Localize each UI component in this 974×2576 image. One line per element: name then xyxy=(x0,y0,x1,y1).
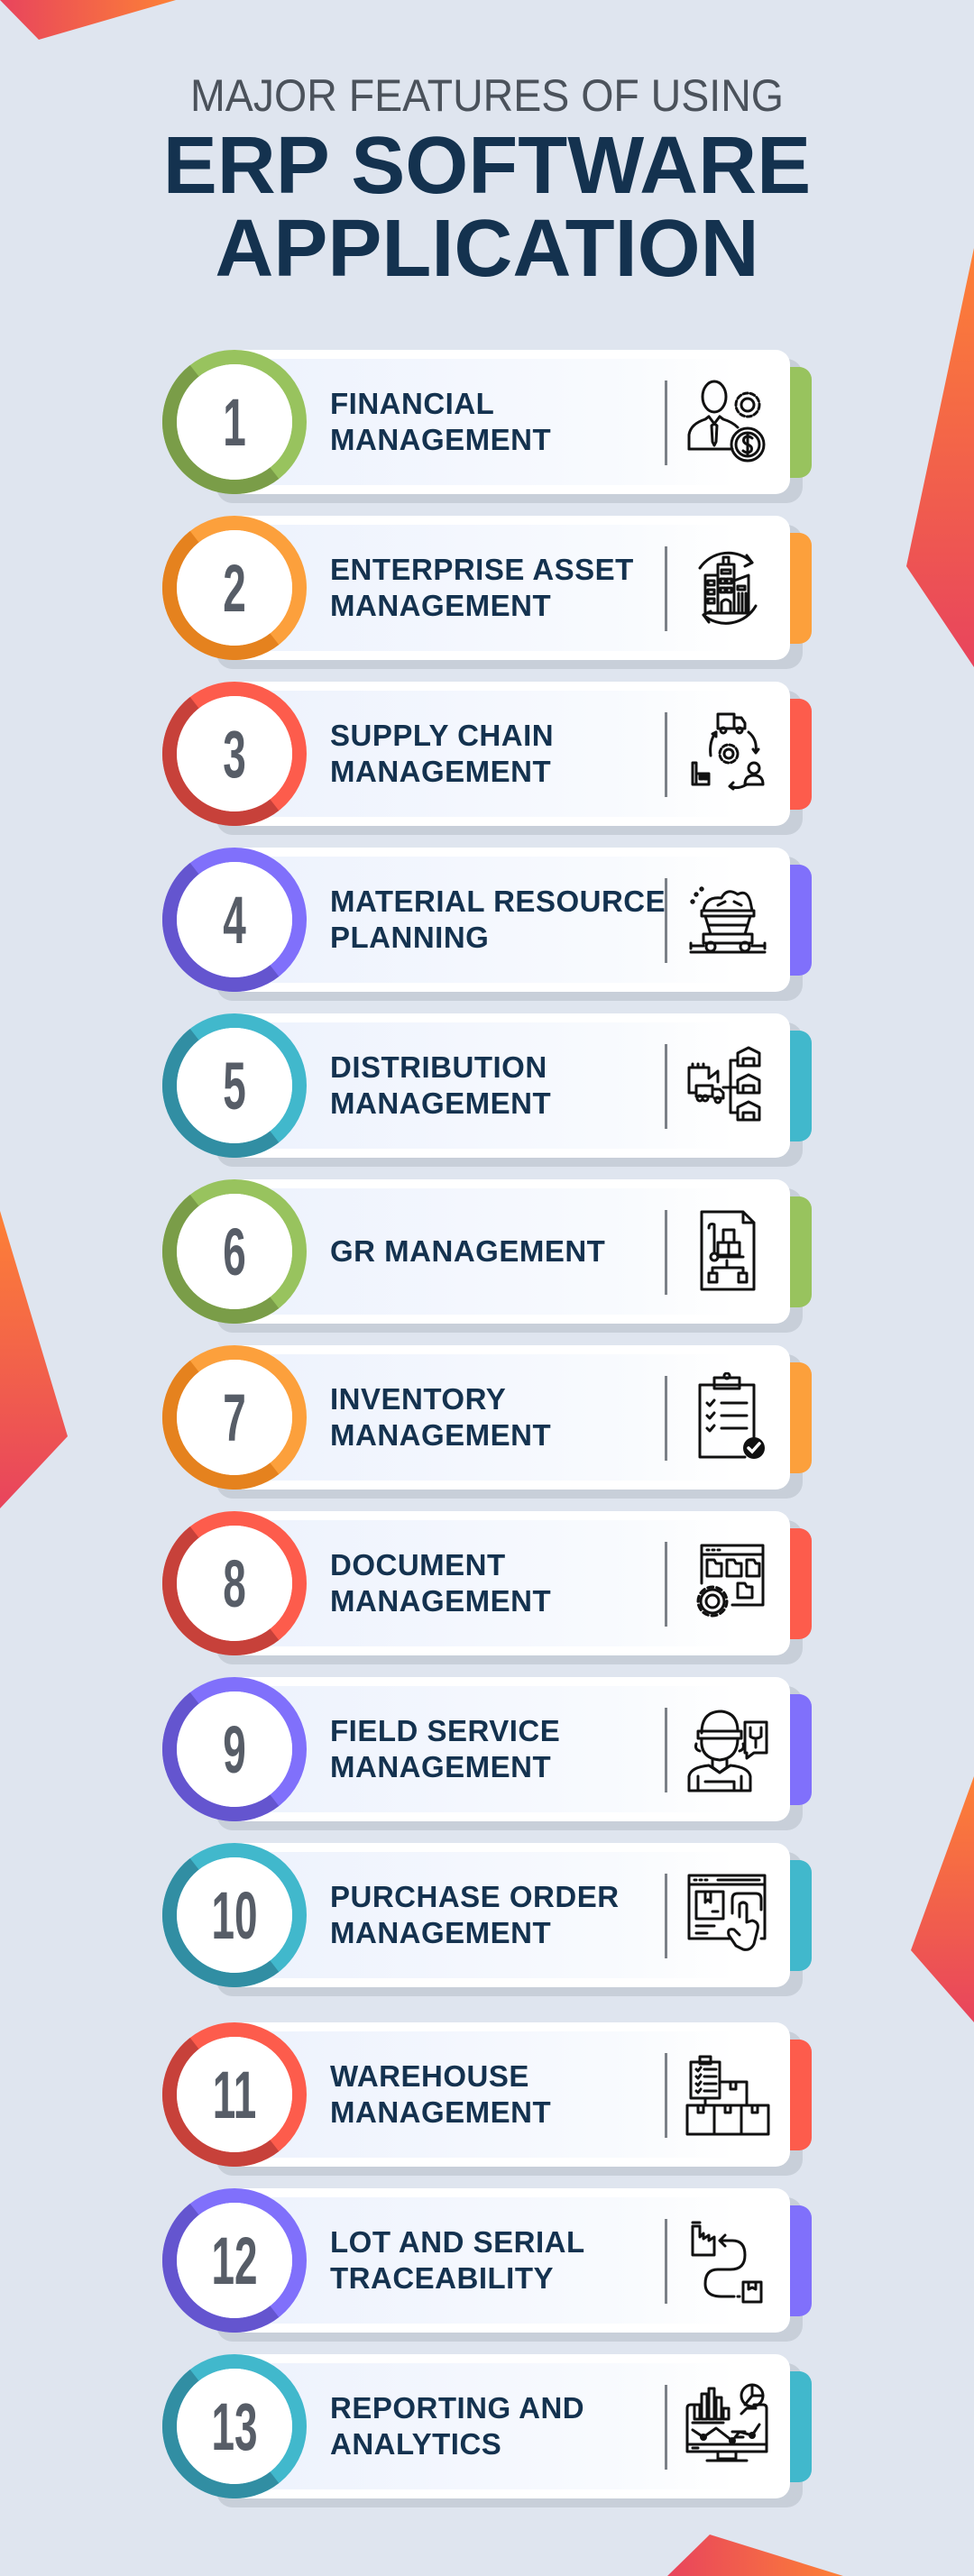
feature-number: 8 xyxy=(223,1545,246,1621)
warehouse-boxes-icon xyxy=(682,2049,772,2140)
feature-number: 1 xyxy=(223,384,246,460)
divider xyxy=(665,712,667,797)
divider xyxy=(665,1044,667,1129)
number-badge: 3 xyxy=(162,682,307,826)
feature-row-4: MATERIAL RESOURCE PLANNING 4 xyxy=(0,848,974,1001)
page-subtitle: MAJOR FEATURES OF USING xyxy=(190,70,784,121)
decoration-top-left xyxy=(0,0,176,40)
feature-number: 9 xyxy=(223,1711,246,1787)
number-badge: 4 xyxy=(162,848,307,992)
feature-row-12: LOT AND SERIAL TRACEABILITY 12 xyxy=(0,2188,974,2342)
financial-manager-icon xyxy=(682,377,772,467)
number-badge: 8 xyxy=(162,1511,307,1655)
feature-row-13: REPORTING AND ANALYTICS 13 xyxy=(0,2354,974,2507)
number-badge: 5 xyxy=(162,1013,307,1158)
feature-number: 13 xyxy=(211,2388,258,2464)
page-title-line-1: ERP SOFTWARE xyxy=(162,121,812,211)
number-badge: 12 xyxy=(162,2188,307,2333)
number-badge: 2 xyxy=(162,516,307,660)
building-cycle-icon xyxy=(682,543,772,633)
feature-row-1: FINANCIAL MANAGEMENT 1 xyxy=(0,350,974,503)
divider xyxy=(665,2385,667,2470)
feature-number: 11 xyxy=(212,2057,257,2132)
feature-row-8: DOCUMENT MANAGEMENT 8 xyxy=(0,1511,974,1664)
clipboard-checklist-icon xyxy=(682,1371,772,1462)
feature-row-10: PURCHASE ORDER MANAGEMENT 10 xyxy=(0,1843,974,1996)
traceability-path-icon xyxy=(682,2215,772,2306)
feature-row-7: INVENTORY MANAGEMENT 7 xyxy=(0,1345,974,1499)
divider xyxy=(665,1210,667,1295)
number-badge: 9 xyxy=(162,1677,307,1821)
divider xyxy=(665,1874,667,1958)
feature-number: 6 xyxy=(223,1214,246,1289)
number-badge: 11 xyxy=(162,2022,307,2167)
feature-number: 3 xyxy=(223,716,246,792)
folder-settings-icon xyxy=(682,1538,772,1628)
feature-row-11: WAREHOUSE MANAGEMENT 11 xyxy=(0,2022,974,2176)
decoration-bottom xyxy=(667,2535,843,2576)
service-technician-icon xyxy=(682,1704,772,1794)
divider xyxy=(665,1542,667,1627)
number-badge: 1 xyxy=(162,350,307,494)
goods-receipt-document-icon xyxy=(682,1206,772,1297)
divider xyxy=(665,1708,667,1792)
divider xyxy=(665,2219,667,2304)
divider xyxy=(665,2053,667,2138)
feature-row-3: SUPPLY CHAIN MANAGEMENT 3 xyxy=(0,682,974,835)
number-badge: 6 xyxy=(162,1179,307,1324)
feature-number: 4 xyxy=(223,882,246,958)
feature-number: 2 xyxy=(223,550,246,626)
supply-chain-cycle-icon xyxy=(682,709,772,799)
page-title-line-2: APPLICATION xyxy=(215,204,759,294)
online-order-icon xyxy=(682,1870,772,1960)
feature-number: 12 xyxy=(211,2223,258,2298)
feature-row-2: ENTERPRISE ASSET MANAGEMENT 2 xyxy=(0,516,974,669)
number-badge: 10 xyxy=(162,1843,307,1987)
analytics-monitor-icon xyxy=(682,2381,772,2471)
feature-number: 7 xyxy=(223,1380,246,1455)
number-badge: 7 xyxy=(162,1345,307,1490)
feature-row-6: GR MANAGEMENT 6 xyxy=(0,1179,974,1333)
number-badge: 13 xyxy=(162,2354,307,2498)
feature-number: 5 xyxy=(223,1048,246,1123)
divider xyxy=(665,380,667,465)
feature-number: 10 xyxy=(211,1877,258,1953)
divider xyxy=(665,1376,667,1461)
divider xyxy=(665,878,667,963)
mine-cart-icon xyxy=(682,875,772,965)
distribution-network-icon xyxy=(682,1040,772,1131)
feature-row-5: DISTRIBUTION MANAGEMENT 5 xyxy=(0,1013,974,1167)
divider xyxy=(665,546,667,631)
feature-row-9: FIELD SERVICE MANAGEMENT 9 xyxy=(0,1677,974,1830)
